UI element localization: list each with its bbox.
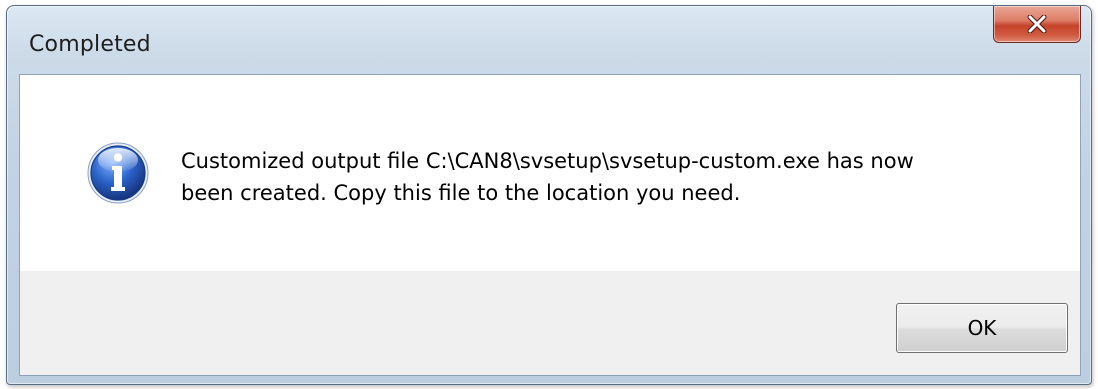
dialog-client-area: Customized output file C:\CAN8\svsetup\s… bbox=[19, 74, 1081, 376]
dialog-title: Completed bbox=[29, 32, 151, 57]
message-panel: Customized output file C:\CAN8\svsetup\s… bbox=[20, 75, 1080, 271]
dialog-message: Customized output file C:\CAN8\svsetup\s… bbox=[181, 145, 1061, 209]
dialog-titlebar[interactable]: Completed bbox=[7, 6, 1091, 76]
close-button[interactable] bbox=[993, 6, 1081, 43]
completed-dialog-window: Completed Customized output file C:\CAN8… bbox=[6, 5, 1092, 385]
message-line-1: Customized output file C:\CAN8\svsetup\s… bbox=[181, 149, 914, 173]
ok-button[interactable]: OK bbox=[896, 303, 1068, 353]
information-icon bbox=[87, 142, 149, 204]
message-line-2: been created. Copy this file to the loca… bbox=[181, 181, 741, 205]
close-icon bbox=[1027, 15, 1047, 33]
